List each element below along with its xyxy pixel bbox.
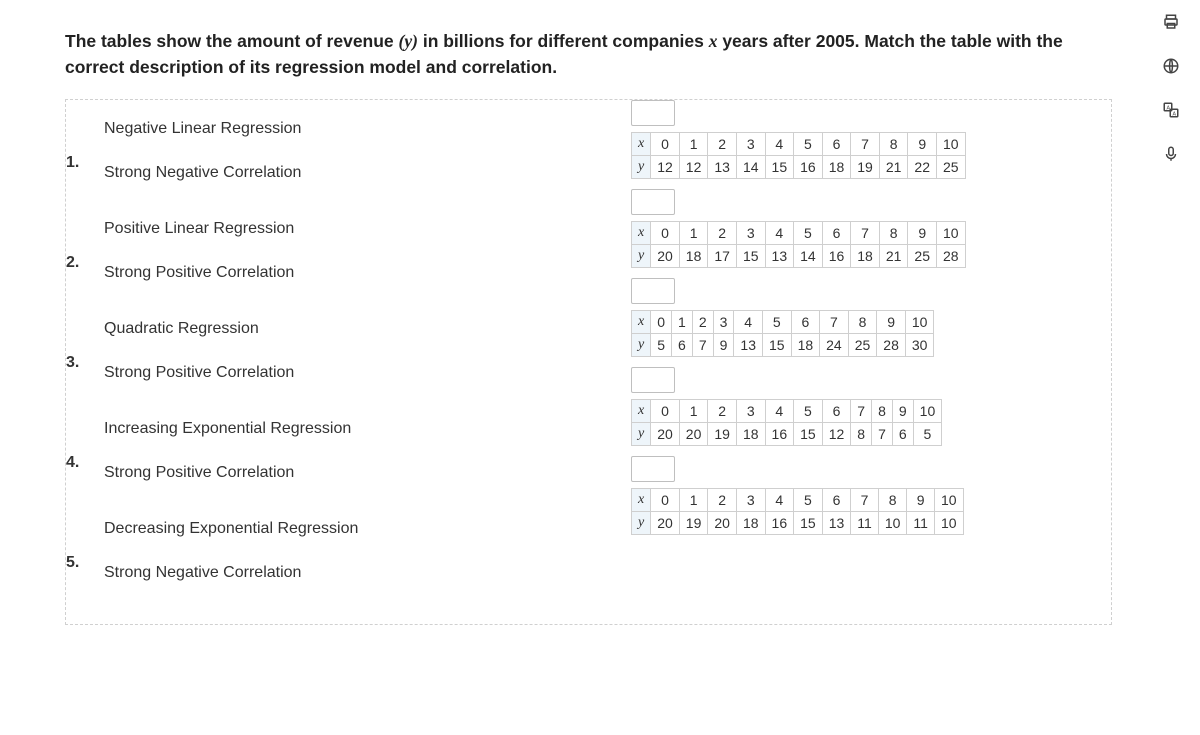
answer-input-3[interactable] — [631, 278, 675, 304]
num-5: 5. — [66, 554, 79, 572]
desc-2-line-1: Positive Linear Regression — [98, 220, 621, 238]
description-4: Increasing Exponential Regression 4. Str… — [66, 420, 621, 482]
row-label-x: x — [632, 488, 651, 511]
answer-input-5[interactable] — [631, 456, 675, 482]
table-row: y 2019201816151311101110 — [632, 511, 964, 534]
globe-icon[interactable] — [1161, 56, 1181, 76]
description-5: Decreasing Exponential Regression 5. Str… — [66, 520, 621, 582]
data-table-3: x 012345678910 y 567913151824252830 — [631, 310, 934, 357]
desc-5-line-1: Decreasing Exponential Regression — [98, 520, 621, 538]
desc-1-line-1: Negative Linear Regression — [98, 120, 621, 138]
data-table-2: x 012345678910 y 2018171513141618212528 — [631, 221, 966, 268]
desc-3-line-2: Strong Positive Correlation — [98, 364, 621, 382]
table-row: y 2018171513141618212528 — [632, 244, 966, 267]
data-table-5: x 012345678910 y 2019201816151311101110 — [631, 488, 964, 535]
description-3: Quadratic Regression 3. Strong Positive … — [66, 320, 621, 382]
desc-5-line-2: Strong Negative Correlation — [98, 564, 621, 582]
table-block-5: x 012345678910 y 2019201816151311101110 — [631, 456, 1101, 535]
description-1: Negative Linear Regression 1. Strong Neg… — [66, 120, 621, 182]
svg-text:A: A — [1173, 111, 1177, 117]
data-table-4: x 012345678910 y 202019181615128765 — [631, 399, 942, 446]
num-2: 2. — [66, 254, 79, 272]
table-block-4: x 012345678910 y 202019181615128765 — [631, 367, 1101, 446]
row-label-y: y — [632, 333, 651, 356]
main-content: The tables show the amount of revenue (y… — [0, 0, 1142, 735]
table-row: x 012345678910 — [632, 221, 966, 244]
table-row: y 567913151824252830 — [632, 333, 934, 356]
num-4: 4. — [66, 454, 79, 472]
question-prompt: The tables show the amount of revenue (y… — [65, 28, 1112, 81]
translate-icon[interactable]: AA — [1161, 100, 1181, 120]
description-2: Positive Linear Regression 2. Strong Pos… — [66, 220, 621, 282]
answer-input-2[interactable] — [631, 189, 675, 215]
desc-2-line-2: Strong Positive Correlation — [98, 264, 621, 282]
desc-1-line-2: Strong Negative Correlation — [98, 164, 621, 182]
tables-column: x 012345678910 y 1212131415161819212225 — [631, 100, 1111, 624]
table-row: y 202019181615128765 — [632, 422, 942, 445]
row-label-x: x — [632, 221, 651, 244]
table-block-3: x 012345678910 y 567913151824252830 — [631, 278, 1101, 357]
table-row: x 012345678910 — [632, 310, 934, 333]
prompt-part-2: in billions for different companies — [418, 31, 709, 51]
row-label-y: y — [632, 511, 651, 534]
row-label-x: x — [632, 399, 651, 422]
table-row: x 012345678910 — [632, 399, 942, 422]
table-block-1: x 012345678910 y 1212131415161819212225 — [631, 100, 1101, 179]
table-block-2: x 012345678910 y 2018171513141618212528 — [631, 189, 1101, 268]
row-label-y: y — [632, 244, 651, 267]
answer-input-1[interactable] — [631, 100, 675, 126]
svg-text:A: A — [1167, 105, 1171, 111]
num-1: 1. — [66, 154, 79, 172]
desc-3-line-1: Quadratic Regression — [98, 320, 621, 338]
table-row: y 1212131415161819212225 — [632, 155, 966, 178]
row-label-x: x — [632, 310, 651, 333]
row-label-y: y — [632, 422, 651, 445]
desc-4-line-2: Strong Positive Correlation — [98, 464, 621, 482]
answer-input-4[interactable] — [631, 367, 675, 393]
row-label-y: y — [632, 155, 651, 178]
matching-area: Negative Linear Regression 1. Strong Neg… — [65, 99, 1112, 625]
num-3: 3. — [66, 354, 79, 372]
print-icon[interactable] — [1161, 12, 1181, 32]
prompt-y-var: (y) — [399, 31, 418, 51]
toolbar-sidebar: AA — [1142, 0, 1200, 735]
prompt-part-1: The tables show the amount of revenue — [65, 31, 399, 51]
row-label-x: x — [632, 132, 651, 155]
desc-4-line-1: Increasing Exponential Regression — [98, 420, 621, 438]
mic-icon[interactable] — [1161, 144, 1181, 164]
data-table-1: x 012345678910 y 1212131415161819212225 — [631, 132, 966, 179]
table-row: x 012345678910 — [632, 488, 964, 511]
table-row: x 012345678910 — [632, 132, 966, 155]
descriptions-column: Negative Linear Regression 1. Strong Neg… — [66, 100, 631, 624]
